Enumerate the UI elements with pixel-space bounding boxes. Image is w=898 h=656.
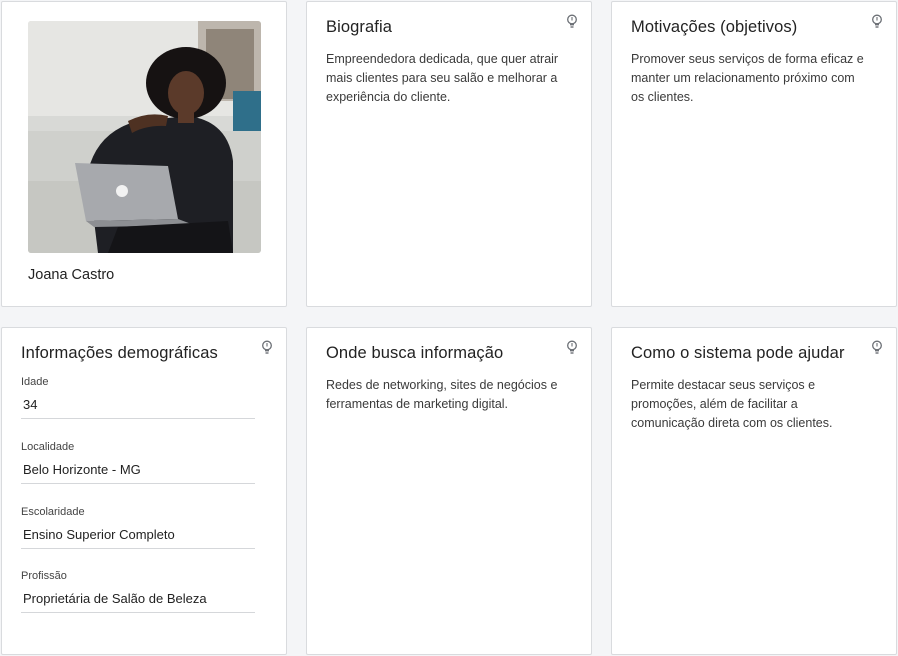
motivacoes-text: Promover seus serviços de forma eficaz e… — [631, 52, 864, 104]
lightbulb-icon[interactable] — [871, 14, 883, 29]
field-label: Escolaridade — [21, 506, 85, 518]
sistema-ajuda-text: Permite destacar seus serviços e promoçõ… — [631, 378, 833, 430]
field-escolaridade: Escolaridade Ensino Superior Completo — [21, 506, 255, 549]
sistema-ajuda-card: Como o sistema pode ajudar Permite desta… — [611, 327, 897, 655]
escolaridade-input[interactable]: Ensino Superior Completo — [21, 527, 255, 549]
localidade-input[interactable]: Belo Horizonte - MG — [21, 462, 255, 484]
idade-input[interactable]: 34 — [21, 397, 255, 419]
profissao-input[interactable]: Proprietária de Salão de Beleza — [21, 591, 255, 613]
persona-name: Joana Castro — [28, 267, 115, 283]
busca-informacao-card: Onde busca informação Redes de networkin… — [306, 327, 592, 655]
lightbulb-icon[interactable] — [566, 14, 578, 29]
demograficas-card: Informações demográficas Idade 34 Locali… — [1, 327, 287, 655]
biografia-title: Biografia — [326, 18, 393, 36]
field-idade: Idade 34 — [21, 376, 255, 419]
lightbulb-icon[interactable] — [566, 340, 578, 355]
field-localidade: Localidade Belo Horizonte - MG — [21, 441, 255, 484]
field-label: Profissão — [21, 570, 67, 582]
busca-informacao-text: Redes de networking, sites de negócios e… — [326, 378, 558, 411]
lightbulb-icon[interactable] — [261, 340, 273, 355]
motivacoes-title: Motivações (objetivos) — [631, 18, 798, 36]
biografia-text: Empreendedora dedicada, que quer atrair … — [326, 52, 559, 104]
field-label: Localidade — [21, 441, 75, 453]
biografia-card: Biografia Empreendedora dedicada, que qu… — [306, 1, 592, 307]
field-profissao: Profissão Proprietária de Salão de Belez… — [21, 570, 255, 613]
field-label: Idade — [21, 376, 49, 388]
persona-card: Joana Castro — [1, 1, 287, 307]
busca-informacao-title: Onde busca informação — [326, 344, 504, 362]
sistema-ajuda-title: Como o sistema pode ajudar — [631, 344, 845, 362]
persona-photo — [28, 21, 261, 253]
lightbulb-icon[interactable] — [871, 340, 883, 355]
motivacoes-card: Motivações (objetivos) Promover seus ser… — [611, 1, 897, 307]
demograficas-title: Informações demográficas — [21, 344, 218, 362]
